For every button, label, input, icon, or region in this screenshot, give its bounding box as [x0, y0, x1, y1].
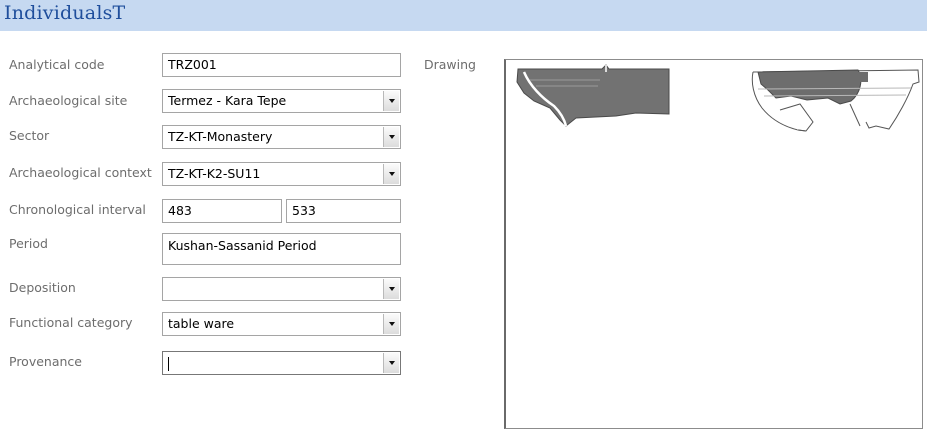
sector-value: TZ-KT-Monastery: [168, 129, 273, 144]
chevron-down-icon[interactable]: [383, 127, 399, 147]
archaeological-site-value: Termez - Kara Tepe: [168, 93, 287, 108]
functional-category-value: table ware: [168, 316, 235, 331]
interval-end-field[interactable]: 533: [286, 199, 401, 223]
chevron-down-icon[interactable]: [383, 279, 399, 299]
period-label: Period: [9, 236, 48, 251]
form-header: IndividualsT: [0, 0, 927, 31]
sector-label: Sector: [9, 128, 50, 143]
chevron-down-icon[interactable]: [383, 353, 399, 373]
chevron-down-icon[interactable]: [383, 91, 399, 111]
form-title: IndividualsT: [4, 2, 126, 24]
archaeological-context-combo[interactable]: TZ-KT-K2-SU11: [162, 162, 401, 186]
archaeological-site-combo[interactable]: Termez - Kara Tepe: [162, 89, 401, 113]
interval-start-field[interactable]: 483: [162, 199, 282, 223]
sector-combo[interactable]: TZ-KT-Monastery: [162, 125, 401, 149]
provenance-combo[interactable]: [162, 351, 401, 375]
period-value: Kushan-Sassanid Period: [168, 238, 317, 253]
archaeological-context-value: TZ-KT-K2-SU11: [168, 166, 261, 181]
archaeological-site-label: Archaeological site: [9, 93, 128, 108]
functional-category-combo[interactable]: table ware: [162, 312, 401, 336]
analytical-code-label: Analytical code: [9, 57, 105, 72]
pottery-profile-drawing: [516, 64, 920, 132]
analytical-code-field[interactable]: TRZ001: [162, 53, 401, 77]
period-field[interactable]: Kushan-Sassanid Period: [162, 233, 401, 265]
interval-end-value: 533: [292, 203, 316, 218]
left-sherd-profile: [516, 64, 670, 127]
drawing-label: Drawing: [424, 57, 476, 72]
drawing-image[interactable]: [504, 59, 923, 429]
chevron-down-icon[interactable]: [383, 314, 399, 334]
deposition-label: Deposition: [9, 280, 76, 295]
functional-category-label: Functional category: [9, 315, 133, 330]
archaeological-context-label: Archaeological context: [9, 165, 152, 180]
text-cursor: [168, 356, 169, 371]
analytical-code-value: TRZ001: [168, 57, 217, 72]
chronological-interval-label: Chronological interval: [9, 202, 146, 217]
right-sherd-profile: [751, 69, 920, 132]
provenance-label: Provenance: [9, 354, 82, 369]
deposition-combo[interactable]: [162, 277, 401, 301]
interval-start-value: 483: [168, 203, 192, 218]
chevron-down-icon[interactable]: [383, 164, 399, 184]
